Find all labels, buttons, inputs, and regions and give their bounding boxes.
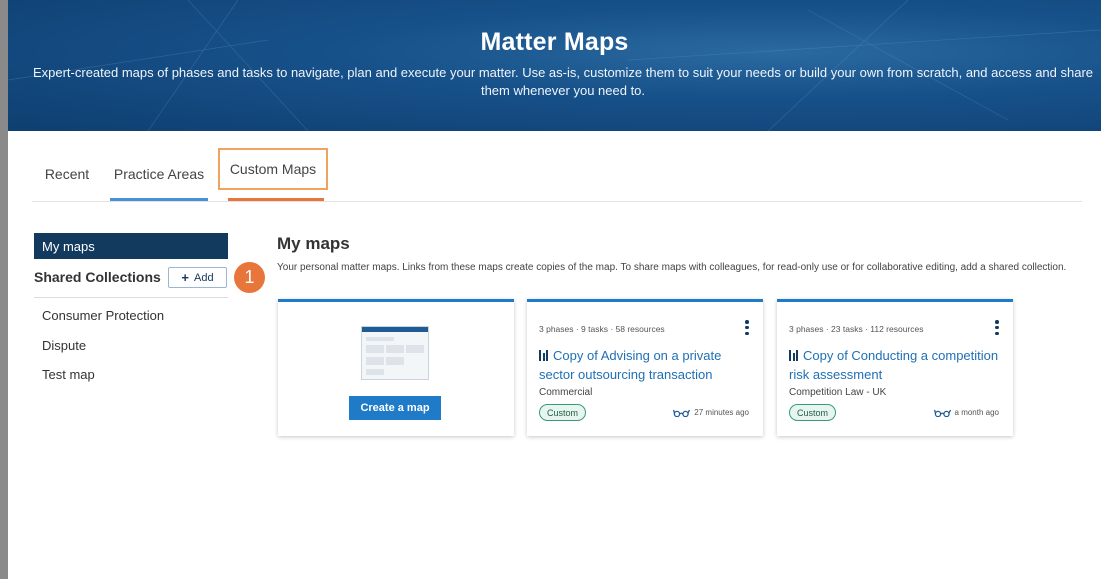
section-title: My maps [277,234,350,253]
create-map-button[interactable]: Create a map [349,396,441,420]
map-title-text: Copy of Conducting a competition risk as… [789,348,999,382]
sidebar-item-test-map[interactable]: Test map [42,367,95,382]
last-viewed: 27 minutes ago [673,408,749,417]
last-viewed: a month ago [933,408,999,417]
app-frame: Matter Maps Expert-created maps of phase… [8,0,1101,579]
map-card[interactable]: 3 phases · 23 tasks · 112 resources Copy… [777,299,1013,436]
page-subtitle: Expert-created maps of phases and tasks … [32,65,1094,98]
tab-recent-label: Recent [44,166,90,182]
tab-custom-maps[interactable]: Custom Maps [218,148,328,190]
glasses-icon [673,409,691,417]
sidebar-item-consumer-protection[interactable]: Consumer Protection [42,308,164,323]
map-title-link[interactable]: Copy of Conducting a competition risk as… [789,346,999,384]
tab-practice-areas-label: Practice Areas [113,166,205,182]
sidebar-item-my-maps[interactable]: My maps [34,233,228,259]
active-tab-underline [228,198,324,201]
more-options-icon[interactable] [995,320,999,336]
tab-practice-areas[interactable]: Practice Areas [110,148,208,201]
tab-bar: Recent Practice Areas Custom Maps [32,148,1082,202]
header-banner: Matter Maps Expert-created maps of phase… [8,0,1101,131]
tab-underline [110,198,208,201]
shared-collections-heading: Shared Collections [34,269,161,285]
add-collection-button[interactable]: + Add [168,267,227,288]
map-stats: 3 phases · 9 tasks · 58 resources [539,324,665,334]
map-preview-image [361,326,429,380]
sidebar-divider [34,297,228,298]
more-options-icon[interactable] [745,320,749,336]
map-icon [789,350,798,361]
map-title-link[interactable]: Copy of Advising on a private sector out… [539,346,749,384]
map-icon [539,350,548,361]
map-title-text: Copy of Advising on a private sector out… [539,348,722,382]
last-viewed-text: a month ago [954,408,999,417]
map-stats: 3 phases · 23 tasks · 112 resources [789,324,924,334]
practice-area: Competition Law - UK [789,387,887,398]
plus-icon: + [181,270,189,285]
tab-custom-maps-label: Custom Maps [229,161,317,177]
custom-tag: Custom [789,404,837,421]
practice-area: Commercial [539,387,593,398]
sidebar-item-label: My maps [42,238,95,254]
add-button-label: Add [194,271,214,284]
callout-badge: 1 [234,262,265,293]
glasses-icon [933,409,951,417]
sidebar-item-dispute[interactable]: Dispute [42,338,86,353]
page-title: Matter Maps [480,28,629,56]
section-description: Your personal matter maps. Links from th… [277,262,1067,273]
last-viewed-text: 27 minutes ago [694,408,749,417]
tab-recent[interactable]: Recent [32,148,102,200]
custom-tag: Custom [539,404,587,421]
map-card[interactable]: 3 phases · 9 tasks · 58 resources Copy o… [527,299,763,436]
create-map-card: Create a map [278,299,514,436]
